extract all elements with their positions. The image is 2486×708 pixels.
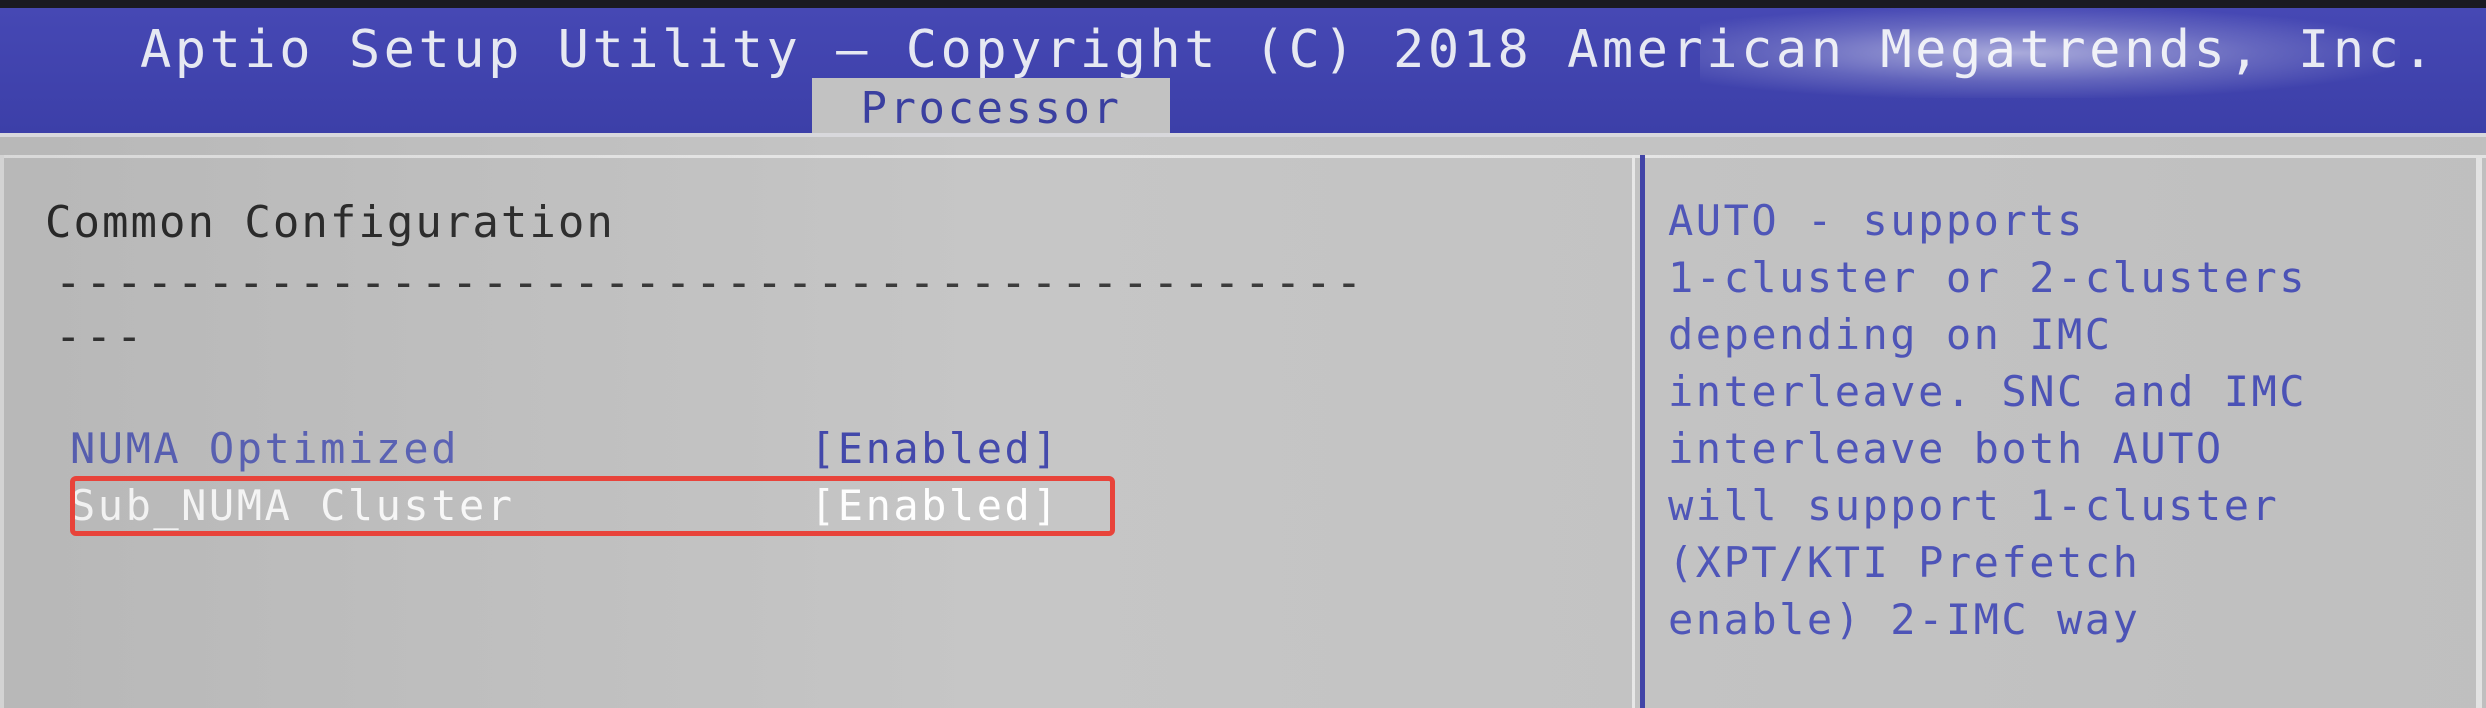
help-line: enable) 2-IMC way — [1668, 595, 2141, 644]
help-text: - supports — [1779, 196, 2085, 245]
help-line: will support 1-cluster — [1668, 481, 2280, 530]
help-line: (XPT/KTI Prefetch — [1668, 538, 2141, 587]
section-divider-continued: --- — [55, 311, 147, 362]
help-line: AUTO - supports — [1668, 192, 2468, 249]
option-label: NUMA Optimized — [70, 424, 460, 473]
options-panel: Common Configuration -------------------… — [0, 137, 1640, 708]
bios-screen: Aptio Setup Utility – Copyright (C) 2018… — [0, 0, 2486, 708]
title-bar: Aptio Setup Utility – Copyright (C) 2018… — [0, 8, 2486, 140]
panel-divider — [1640, 155, 1645, 708]
help-line: interleave both AUTO — [1668, 424, 2224, 473]
option-value[interactable]: [Enabled] — [810, 421, 1060, 477]
help-panel: AUTO - supports 1-cluster or 2-clusters … — [1668, 192, 2468, 648]
section-title: Common Configuration — [45, 197, 615, 248]
content-area: Common Configuration -------------------… — [0, 137, 2486, 708]
selection-highlight-box — [70, 476, 1115, 536]
option-numa-optimized[interactable]: NUMA Optimized [Enabled] — [70, 421, 1080, 477]
title-text: Aptio Setup Utility – Copyright (C) 2018… — [140, 20, 2438, 80]
section-divider: ----------------------------------------… — [55, 257, 1367, 308]
tab-processor[interactable]: Processor — [812, 78, 1170, 140]
help-line: depending on IMC — [1668, 310, 2113, 359]
help-line: 1-cluster or 2-clusters — [1668, 253, 2308, 302]
monitor-bezel — [0, 0, 2486, 8]
help-line: interleave. SNC and IMC — [1668, 367, 2308, 416]
panel-right-border — [2476, 155, 2482, 708]
panel-divider-highlight — [1632, 155, 1635, 708]
help-keyword: AUTO — [1668, 196, 1780, 245]
